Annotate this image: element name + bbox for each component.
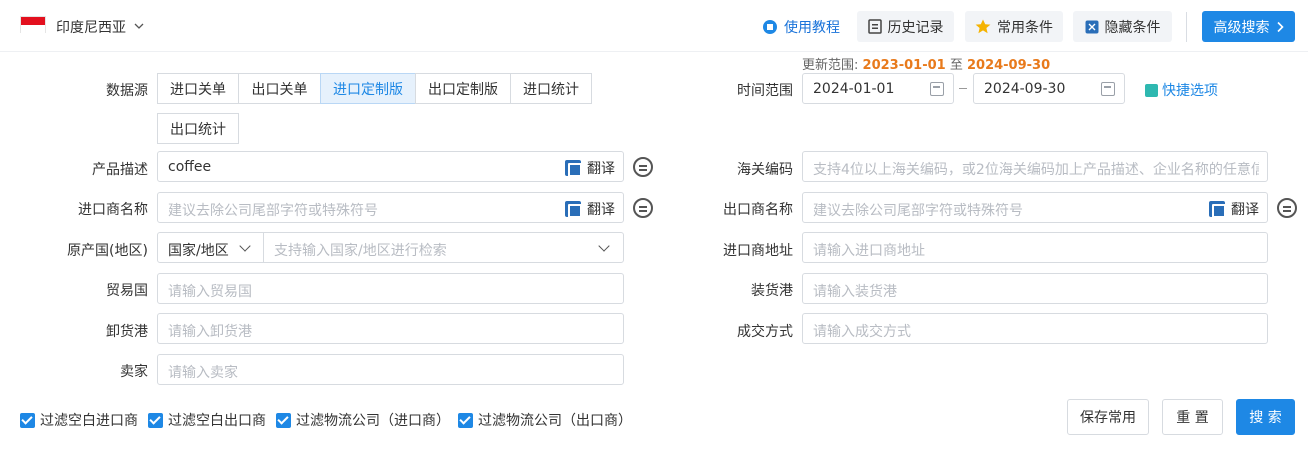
chevron-down-icon[interactable] (598, 240, 610, 252)
deal-terms-input[interactable]: 请输入成交方式 (802, 313, 1268, 344)
translate-icon (1209, 201, 1226, 218)
checkbox-checked-icon[interactable] (148, 412, 163, 428)
calendar-icon[interactable] (930, 82, 944, 96)
product-input[interactable]: coffee 翻译 (157, 151, 624, 182)
translate-icon (565, 160, 582, 177)
hide-conditions-button[interactable]: 隐藏条件 (1073, 11, 1172, 42)
filter-logistics-exporter-checkbox[interactable]: 过滤物流公司（出口商） (458, 410, 632, 430)
exporter-input[interactable]: 建议去除公司尾部字符或特殊符号 翻译 (802, 192, 1268, 223)
filter-logistics-importer-checkbox[interactable]: 过滤物流公司（进口商） (276, 410, 450, 430)
datasource-import-custom[interactable]: 进口定制版 (320, 73, 416, 104)
quick-options-link[interactable]: 快捷选项 (1145, 80, 1218, 100)
quick-options-icon (1145, 83, 1158, 97)
chevron-down-icon (239, 240, 251, 252)
time-start-input[interactable]: 2024-01-01 (802, 73, 954, 104)
loading-port-input[interactable]: 请输入装货港 (802, 273, 1268, 304)
save-favorite-button[interactable]: 保存常用 (1067, 399, 1149, 435)
seller-input[interactable]: 请输入卖家 (157, 354, 624, 385)
advanced-search-button[interactable]: 高级搜索 (1202, 11, 1295, 42)
trade-country-label: 贸易国 (106, 283, 148, 299)
translate-button[interactable]: 翻译 (565, 158, 615, 178)
origin-input[interactable]: 国家/地区 支持输入国家/地区进行检索 (157, 232, 624, 263)
date-range-separator (959, 88, 967, 89)
datasource-label: 数据源 (106, 83, 148, 99)
favorites-button[interactable]: 常用条件 (965, 11, 1063, 42)
checkbox-checked-icon[interactable] (20, 412, 35, 428)
unloading-port-input[interactable]: 请输入卸货港 (157, 313, 624, 344)
time-range-label: 时间范围 (737, 83, 793, 99)
checkbox-checked-icon[interactable] (458, 412, 473, 428)
filter-blank-importer-checkbox[interactable]: 过滤空白进口商 (20, 410, 138, 430)
chat-icon[interactable] (633, 198, 653, 218)
history-icon (867, 19, 882, 34)
seller-label: 卖家 (120, 364, 148, 380)
search-button[interactable]: 搜 索 (1236, 399, 1295, 435)
filter-blank-exporter-checkbox[interactable]: 过滤空白出口商 (148, 410, 266, 430)
hide-icon (1085, 20, 1098, 33)
product-label: 产品描述 (92, 162, 148, 178)
translate-button[interactable]: 翻译 (565, 199, 615, 219)
country-selector[interactable]: 印度尼西亚 (56, 17, 126, 37)
chat-icon[interactable] (1277, 198, 1297, 218)
importer-address-input[interactable]: 请输入进口商地址 (802, 232, 1268, 263)
hs-code-input[interactable]: 支持4位以上海关编码，或2位海关编码加上产品描述、企业名称的任意信... (802, 151, 1268, 182)
update-range: 更新范围: 2023-01-01 至 2024-09-30 (802, 58, 1051, 73)
datasource-export-stats[interactable]: 出口统计 (157, 113, 239, 144)
star-icon (975, 19, 991, 34)
datasource-export-declaration[interactable]: 出口关单 (238, 73, 321, 104)
top-bar: 印度尼西亚 使用教程 历史记录 常用条件 隐藏条件 高级搜索 (0, 0, 1308, 52)
calendar-icon[interactable] (1101, 82, 1115, 96)
toolbar-divider (1186, 12, 1187, 42)
checkbox-checked-icon[interactable] (276, 412, 291, 428)
origin-label: 原产国(地区) (67, 243, 148, 259)
importer-address-label: 进口商地址 (723, 243, 793, 259)
chevron-right-icon (1276, 21, 1284, 32)
exporter-label: 出口商名称 (723, 202, 793, 218)
translate-button[interactable]: 翻译 (1209, 199, 1259, 219)
importer-input[interactable]: 建议去除公司尾部字符或特殊符号 翻译 (157, 192, 624, 223)
datasource-import-stats[interactable]: 进口统计 (510, 73, 592, 104)
reset-button[interactable]: 重 置 (1162, 399, 1223, 435)
deal-terms-label: 成交方式 (737, 324, 793, 340)
hs-code-label: 海关编码 (737, 162, 793, 178)
datasource-export-custom[interactable]: 出口定制版 (415, 73, 511, 104)
unloading-port-label: 卸货港 (106, 324, 148, 340)
importer-label: 进口商名称 (78, 202, 148, 218)
translate-icon (565, 201, 582, 218)
chat-icon[interactable] (633, 157, 653, 177)
chevron-down-icon[interactable] (133, 20, 145, 32)
tutorial-button[interactable]: 使用教程 (756, 11, 846, 42)
trade-country-input[interactable]: 请输入贸易国 (157, 273, 624, 304)
datasource-import-declaration[interactable]: 进口关单 (157, 73, 239, 104)
time-end-input[interactable]: 2024-09-30 (973, 73, 1125, 104)
indonesia-flag-icon (20, 16, 46, 33)
tutorial-icon (763, 19, 777, 34)
loading-port-label: 装货港 (751, 283, 793, 299)
history-button[interactable]: 历史记录 (857, 11, 954, 42)
origin-type-select[interactable]: 国家/地区 (158, 233, 264, 262)
